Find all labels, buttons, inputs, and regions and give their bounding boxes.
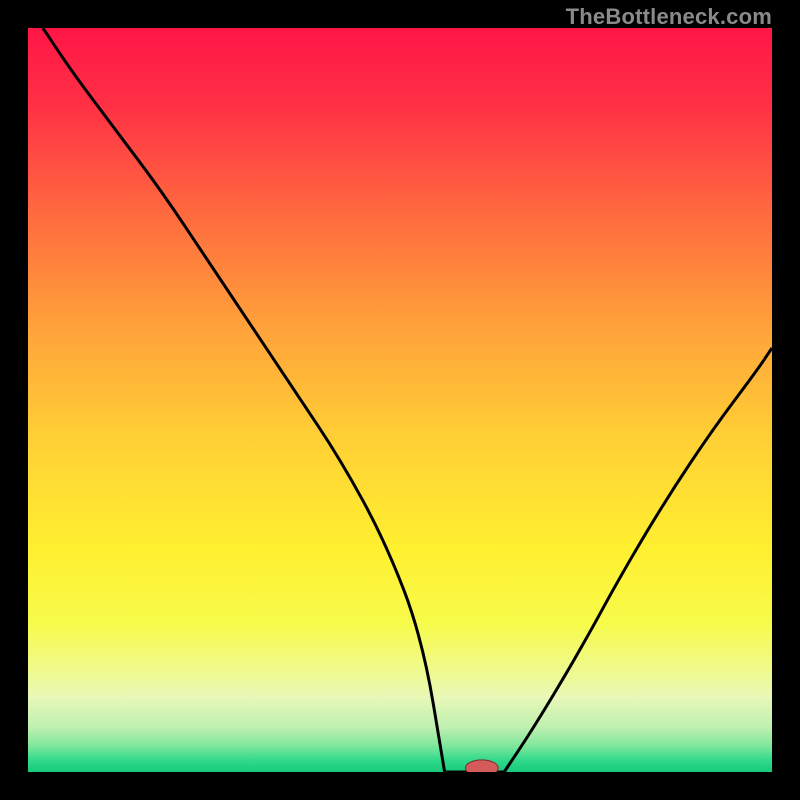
optimal-marker xyxy=(465,760,498,772)
plot-area xyxy=(28,28,772,772)
chart-svg xyxy=(28,28,772,772)
watermark-text: TheBottleneck.com xyxy=(566,4,772,30)
gradient-background xyxy=(28,28,772,772)
chart-frame: TheBottleneck.com xyxy=(0,0,800,800)
